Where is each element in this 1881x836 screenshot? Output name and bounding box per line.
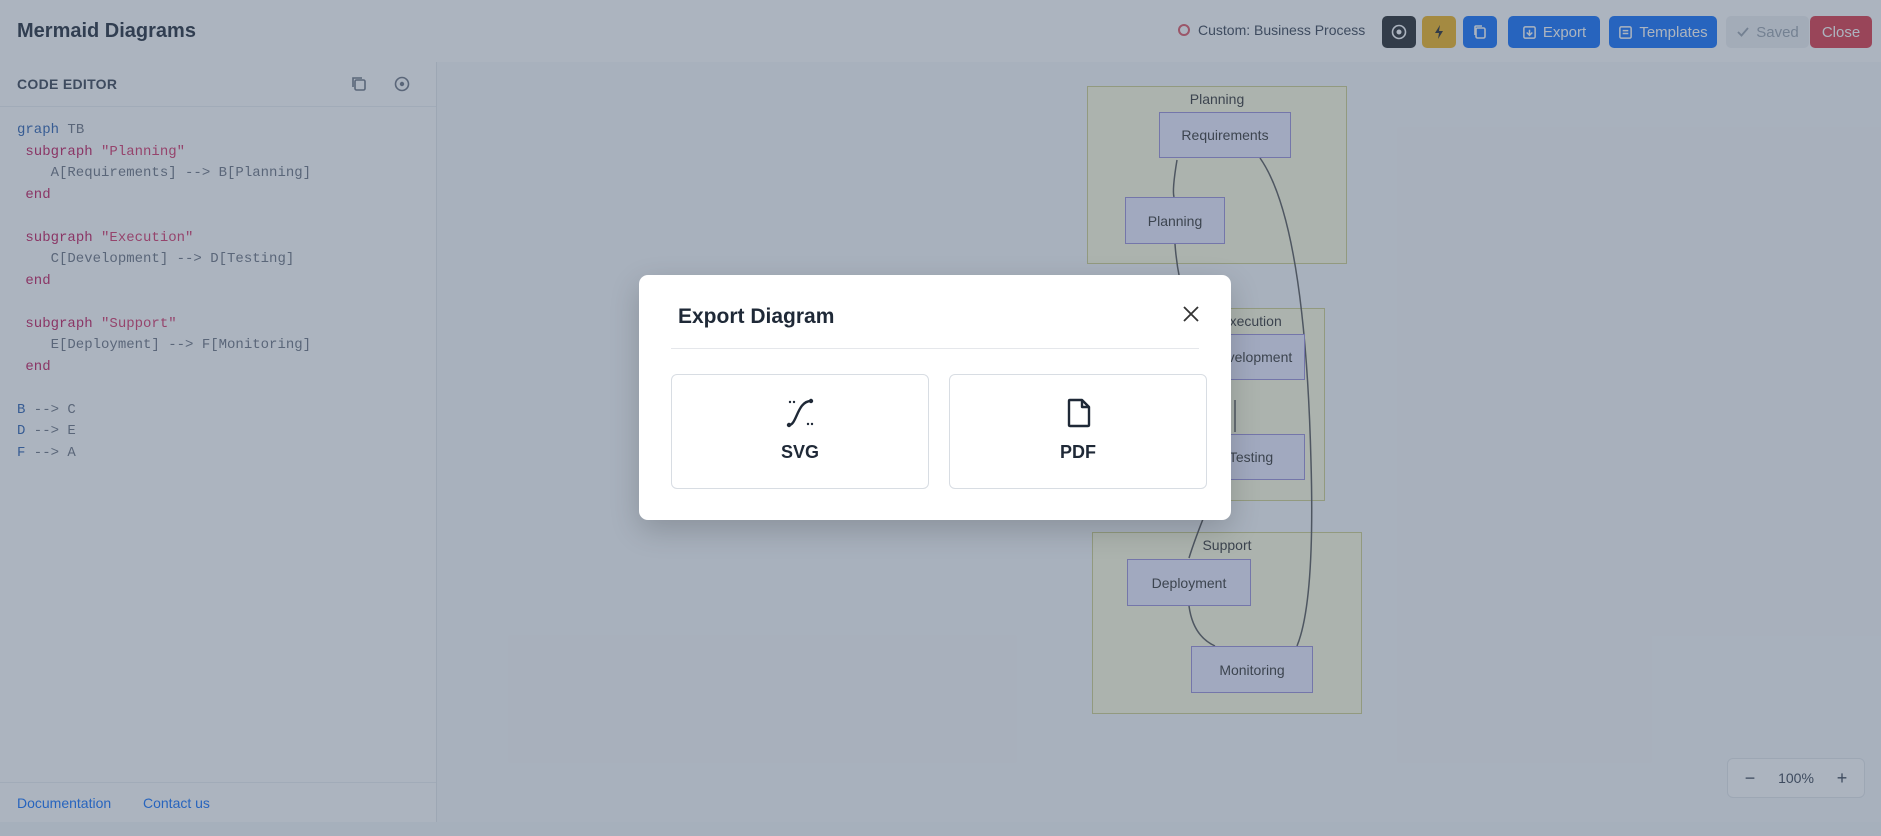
file-icon	[1067, 398, 1091, 428]
bezier-curve-icon	[786, 398, 814, 428]
export-pdf-label: PDF	[1060, 442, 1096, 462]
export-svg-option[interactable]: SVG	[671, 374, 929, 489]
dialog-divider	[671, 348, 1199, 349]
close-icon[interactable]	[1180, 303, 1202, 325]
dialog-title: Export Diagram	[678, 305, 835, 328]
export-dialog: Export Diagram SVG PDF	[639, 275, 1231, 520]
export-svg-label: SVG	[780, 442, 819, 462]
export-pdf-option[interactable]: PDF	[949, 374, 1207, 489]
